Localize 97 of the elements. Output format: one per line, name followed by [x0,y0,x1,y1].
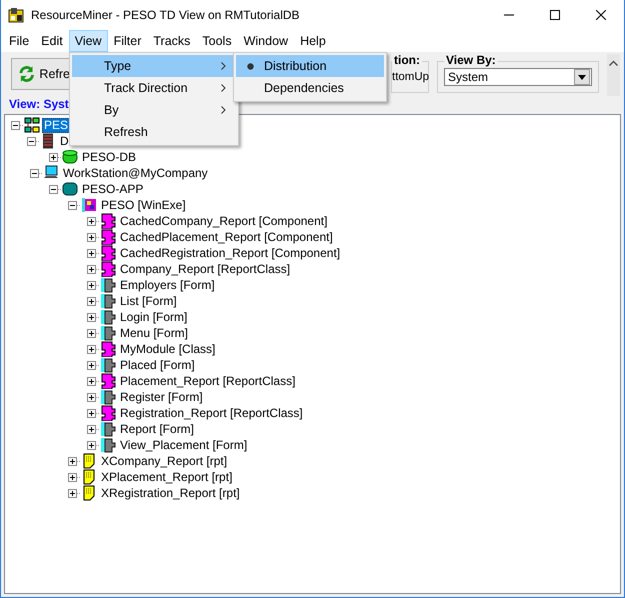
tree-item[interactable]: D [58,134,71,148]
expand-toggle[interactable] [30,168,39,178]
menu-item[interactable]: Edit [35,30,69,52]
tree-item[interactable]: PESO [WinExe] [99,198,188,212]
tree-item[interactable]: PESO-DB [80,150,138,164]
expand-toggle[interactable] [87,328,96,338]
expand-toggle[interactable] [87,440,96,450]
expand-toggle[interactable] [87,296,96,306]
window-title: ResourceMiner - PESO TD View on RMTutorialDB [31,8,300,22]
tree-item[interactable]: PESO-APP [80,182,146,196]
view-by-dropdown[interactable]: System [444,68,592,86]
expand-toggle[interactable] [68,488,77,498]
puzzle-icon [100,341,116,357]
puzzle-icon [100,309,116,325]
puzzle-icon [100,245,116,261]
expand-toggle[interactable] [87,312,96,322]
group-label: tion: [392,53,422,67]
tree-item[interactable]: Registration_Report [ReportClass] [118,406,305,420]
menu-item[interactable]: Window [238,30,294,52]
menu-item[interactable]: Dependencies [236,77,384,99]
tree-item[interactable]: PES [42,118,70,132]
tree-item[interactable]: List [Form] [118,294,179,308]
puzzle-icon [100,437,116,453]
tree-item[interactable]: XCompany_Report [rpt] [99,454,230,468]
cylinder-icon [62,181,78,197]
view-label: View: Syst [8,96,69,113]
expand-toggle[interactable] [87,360,96,370]
expand-toggle[interactable] [87,232,96,242]
puzzle-icon [100,293,116,309]
close-icon[interactable] [596,10,606,20]
expand-toggle[interactable] [87,376,96,386]
network-icon [24,117,40,133]
menu-item[interactable]: Help [294,30,332,52]
tree-item[interactable]: Login [Form] [118,310,190,324]
tree-item[interactable]: MyModule [Class] [118,342,218,356]
expand-toggle[interactable] [68,456,77,466]
document-icon [81,469,97,485]
maximize-icon[interactable] [550,10,560,20]
computer-icon [43,165,59,181]
tree-item[interactable]: Placement_Report [ReportClass] [118,374,298,388]
puzzle-grid-icon [81,197,97,213]
puzzle-icon [100,373,116,389]
server-icon [40,133,56,149]
scrollbar[interactable] [607,54,620,96]
expand-toggle[interactable] [11,120,20,130]
expand-toggle[interactable] [87,408,96,418]
expand-toggle[interactable] [27,136,36,146]
tree-item[interactable]: Report [Form] [118,422,196,436]
puzzle-icon [100,261,116,277]
menu-item[interactable]: Tools [196,30,238,52]
puzzle-icon [100,389,116,405]
puzzle-icon [100,421,116,437]
tree-item[interactable]: WorkStation@MyCompany [61,166,210,180]
expand-toggle[interactable] [87,344,96,354]
puzzle-icon [100,213,116,229]
tree-item[interactable]: CachedRegistration_Report [Component] [118,246,342,260]
menu-item[interactable]: File [3,30,36,52]
expand-toggle[interactable] [49,184,58,194]
puzzle-icon [100,405,116,421]
menu-item[interactable]: Filter [108,30,148,52]
expand-toggle[interactable] [87,424,96,434]
tree-item[interactable]: CachedCompany_Report [Component] [118,214,330,228]
tree-item[interactable]: CachedPlacement_Report [Component] [118,230,335,244]
tree-item[interactable]: XPlacement_Report [rpt] [99,470,234,484]
tree-item[interactable]: XRegistration_Report [rpt] [99,486,242,500]
menu-item[interactable]: Type [72,55,236,77]
expand-toggle[interactable] [49,152,58,162]
direction-option[interactable]: ttomUp [392,71,430,83]
tree-item[interactable]: View_Placement [Form] [118,438,250,452]
expand-toggle[interactable] [87,392,96,402]
tree-item[interactable]: Employers [Form] [118,278,217,292]
puzzle-icon [100,357,116,373]
menu-item[interactable]: By [72,99,236,121]
menu-item[interactable]: Refresh [72,121,236,143]
expand-toggle[interactable] [68,200,77,210]
scroll-up-icon[interactable] [609,60,618,66]
menu-item[interactable]: View [68,30,108,52]
tree-item[interactable]: Menu [Form] [118,326,190,340]
puzzle-icon [100,325,116,341]
document-icon [81,453,97,469]
tree-item[interactable]: Company_Report [ReportClass] [118,262,292,276]
expand-toggle[interactable] [87,264,96,274]
tree-item[interactable]: Register [Form] [118,390,205,404]
database-icon [62,149,78,165]
expand-toggle[interactable] [87,280,96,290]
expand-toggle[interactable] [68,472,77,482]
app-icon [8,7,24,23]
expand-toggle[interactable] [87,216,96,226]
puzzle-icon [100,229,116,245]
tree-item[interactable]: Placed [Form] [118,358,197,372]
menu-item[interactable]: Tracks [147,30,196,52]
menu-item[interactable]: Distribution [236,55,384,77]
document-icon [81,485,97,501]
expand-toggle[interactable] [87,248,96,258]
puzzle-icon [100,277,116,293]
group-label: View By: [444,53,498,67]
refresh-icon [18,65,36,83]
